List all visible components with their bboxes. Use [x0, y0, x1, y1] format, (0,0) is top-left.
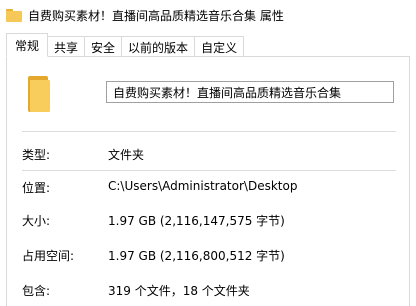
- tab-security[interactable]: 安全: [85, 36, 123, 57]
- type-label: 类型:: [22, 148, 51, 162]
- size-on-disk-label: 占用空间:: [22, 249, 75, 263]
- folder-icon: [28, 76, 50, 112]
- tab-previous-versions[interactable]: 以前的版本: [122, 36, 196, 57]
- window-title: 自费购买素材！直播间高品质精选音乐合集 属性: [28, 8, 284, 23]
- tab-general[interactable]: 常规: [6, 33, 49, 57]
- size-on-disk-value: 1.97 GB (2,116,800,512 字节): [108, 249, 285, 263]
- size-value: 1.97 GB (2,116,147,575 字节): [108, 214, 285, 228]
- tab-strip: 常规 共享 安全 以前的版本 自定义: [6, 33, 245, 57]
- contains-label: 包含:: [22, 284, 51, 298]
- title-bar: 自费购买素材！直播间高品质精选音乐合集 属性: [0, 0, 416, 30]
- folder-icon: [6, 8, 22, 22]
- tab-sharing[interactable]: 共享: [48, 36, 86, 57]
- folder-name-input[interactable]: 自费购买素材！直播间高品质精选音乐合集: [106, 81, 394, 103]
- contains-value: 319 个文件，18 个文件夹: [108, 284, 250, 298]
- location-label: 位置:: [22, 181, 51, 195]
- type-value: 文件夹: [108, 148, 145, 162]
- location-value: C:\Users\Administrator\Desktop: [108, 179, 298, 193]
- size-label: 大小:: [22, 214, 51, 228]
- tab-customize[interactable]: 自定义: [195, 36, 245, 57]
- divider: [22, 131, 396, 132]
- divider: [22, 170, 396, 171]
